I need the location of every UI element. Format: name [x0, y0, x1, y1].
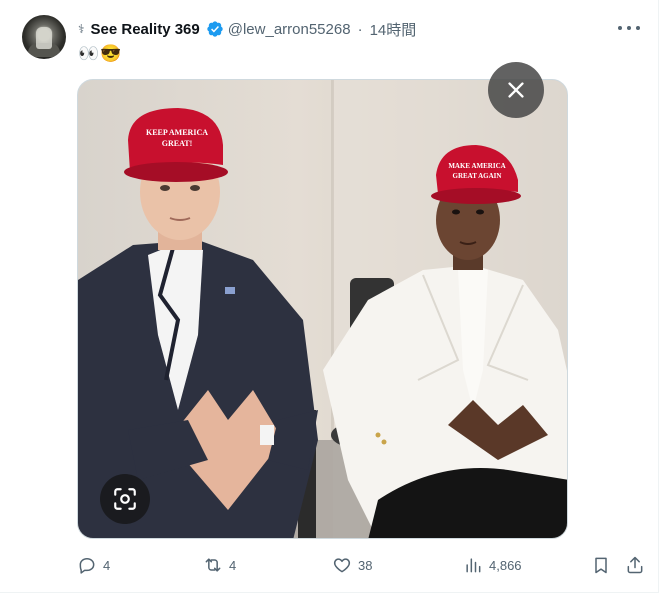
tweet-actions: 4 4 38 4,866: [77, 553, 647, 577]
profile-emblem-icon: ⚕︎: [78, 22, 85, 36]
avatar-figure: [36, 27, 52, 49]
share-button[interactable]: [625, 553, 645, 577]
like-icon: [333, 558, 351, 573]
bookmark-icon: [595, 557, 607, 574]
tweet-text: 👀😎: [78, 44, 123, 63]
tweet-photo[interactable]: KEEP AMERICA GREAT! MAKE AMERICA GREAT A…: [77, 79, 568, 539]
repost-count: 4: [229, 557, 237, 573]
close-media-button[interactable]: [488, 62, 544, 118]
reply-button[interactable]: 4: [77, 553, 110, 577]
reply-icon: [79, 558, 95, 574]
avatar[interactable]: [22, 15, 66, 59]
reply-count: 4: [103, 557, 111, 573]
repost-button[interactable]: 4: [203, 553, 236, 577]
close-icon: [508, 82, 524, 98]
hat-right-line1: MAKE AMERICA: [448, 162, 505, 170]
verified-badge-icon: [207, 21, 223, 37]
hat-left-line2: GREAT!: [162, 139, 193, 148]
more-options-icon[interactable]: [618, 20, 640, 36]
like-button[interactable]: 38: [332, 553, 372, 577]
bookmark-button[interactable]: [591, 553, 611, 577]
views-button[interactable]: 4,866: [463, 553, 522, 577]
tweet-card: ⚕︎ See Reality 369 @lew_arron55268 · 14時…: [0, 0, 659, 593]
like-count: 38: [358, 557, 373, 573]
photo-illustration: KEEP AMERICA GREAT! MAKE AMERICA GREAT A…: [78, 80, 567, 538]
visual-search-icon: [114, 488, 136, 510]
views-icon: [466, 558, 481, 573]
user-handle[interactable]: @lew_arron55268: [228, 21, 351, 38]
hat-left-line1: KEEP AMERICA: [146, 128, 208, 137]
tweet-header: ⚕︎ See Reality 369 @lew_arron55268 · 14時…: [78, 18, 416, 40]
separator-dot: ·: [357, 20, 363, 38]
post-timestamp[interactable]: 14時間: [370, 19, 417, 40]
display-name[interactable]: See Reality 369: [91, 21, 200, 38]
views-count: 4,866: [489, 557, 522, 573]
repost-icon: [205, 558, 221, 572]
share-icon: [627, 556, 643, 574]
visual-search-button[interactable]: [100, 474, 150, 524]
hat-right-line2: GREAT AGAIN: [453, 172, 502, 180]
